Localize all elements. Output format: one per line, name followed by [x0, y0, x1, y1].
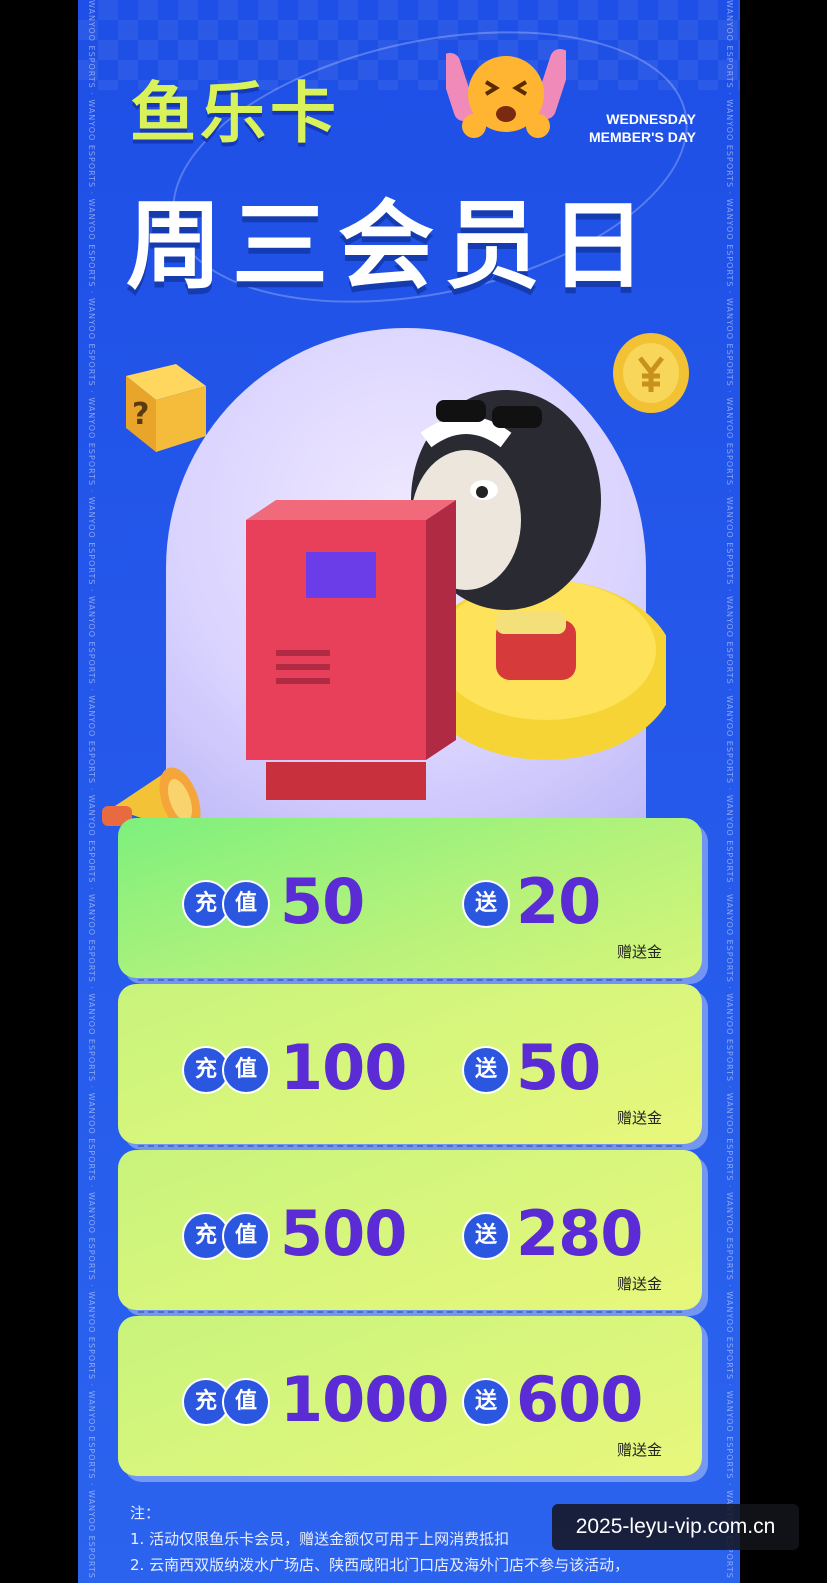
tier-divider: [138, 1311, 682, 1313]
tier-card-100: 充 值 100 送 50 赠送金: [118, 984, 702, 1147]
tier-card-1000: 充 值 1000 送 600 赠送金: [118, 1316, 702, 1476]
recharge-chip-1: 充: [184, 1048, 228, 1092]
promo-poster: WANYOO ESPORTS · WANYOO ESPORTS · WANYOO…: [78, 0, 740, 1583]
bonus-unit: 赠送金: [616, 1441, 662, 1459]
site-watermark: 2025-leyu-vip.com.cn: [552, 1504, 799, 1550]
member-day-en: WEDNESDAY MEMBER'S DAY: [570, 110, 696, 146]
tier-divider: [138, 979, 682, 981]
recharge-chip-2: 值: [224, 882, 268, 926]
tier-divider: [138, 1145, 682, 1147]
bonus-unit: 赠送金: [616, 1109, 662, 1127]
recharge-tiers: 充 值 50 送 20 赠送金 充 值 100 送 50 赠送金 充 值 500…: [118, 818, 702, 1478]
recharge-amount: 100: [280, 1031, 407, 1104]
bonus-chip: 送: [464, 1380, 508, 1424]
tier-card-500: 充 值 500 送 280 赠送金: [118, 1150, 702, 1313]
bonus-amount: 600: [516, 1363, 643, 1436]
recharge-chip-2: 值: [224, 1214, 268, 1258]
side-brand-text-right: WANYOO ESPORTS · WANYOO ESPORTS · WANYOO…: [725, 0, 734, 1583]
recharge-chip-1: 充: [184, 882, 228, 926]
bonus-chip: 送: [464, 882, 508, 926]
excited-emoji-icon: [446, 48, 566, 138]
recharge-amount: 50: [280, 865, 365, 938]
recharge-chip-2: 值: [224, 1380, 268, 1424]
headline: 周三会员日: [126, 190, 656, 302]
bonus-chip: 送: [464, 1214, 508, 1258]
bonus-amount: 20: [516, 865, 601, 938]
member-day-en-line2: MEMBER'S DAY: [588, 129, 696, 145]
bonus-amount: 280: [516, 1197, 643, 1270]
member-day-en-line1: WEDNESDAY: [606, 111, 696, 127]
bonus-chip: 送: [464, 1048, 508, 1092]
recharge-amount: 1000: [280, 1363, 450, 1436]
recharge-chip-1: 充: [184, 1380, 228, 1424]
tier-card-50: 充 值 50 送 20 赠送金: [118, 818, 702, 981]
svg-text:?: ?: [132, 397, 149, 432]
bonus-unit: 赠送金: [616, 943, 662, 961]
bonus-amount: 50: [516, 1031, 601, 1104]
recharge-amount: 500: [280, 1197, 407, 1270]
recharge-chip-1: 充: [184, 1214, 228, 1258]
gaming-mascot-illustration: [246, 390, 666, 800]
bonus-unit: 赠送金: [616, 1275, 662, 1293]
recharge-chip-2: 值: [224, 1048, 268, 1092]
notes-line-2: 2. 云南西双版纳泼水广场店、陕西咸阳北门口店及海外门店不参与该活动，: [130, 1556, 630, 1574]
brand-title: 鱼乐卡: [130, 75, 340, 152]
